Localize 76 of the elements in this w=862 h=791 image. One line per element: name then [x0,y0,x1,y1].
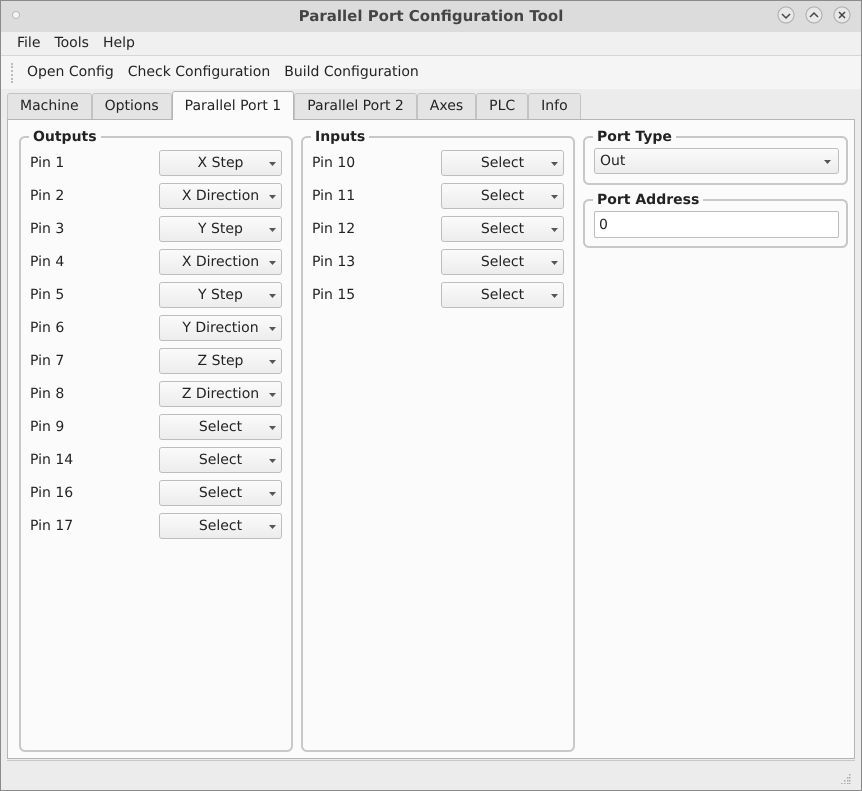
pin-label: Pin 17 [30,516,74,536]
port-address-field[interactable]: 0 [594,211,839,238]
group-title: Inputs [311,128,370,146]
pin-combo[interactable]: Select [441,282,564,308]
pin-combo[interactable]: Z Step [159,348,282,374]
pin-combo[interactable]: Z Direction [159,381,282,407]
caret-icon [269,327,276,331]
pin-label: Pin 11 [312,186,356,206]
minimize-icon[interactable] [777,6,795,24]
caret-icon [269,162,276,166]
menu-item[interactable]: Tools [54,33,89,54]
pin-combo[interactable]: Select [159,414,282,440]
pin-label: Pin 2 [30,186,64,206]
pin-combo[interactable]: Select [441,216,564,242]
pin-combo[interactable]: Y Step [159,282,282,308]
caret-icon [269,492,276,496]
pin-label: Pin 5 [30,286,64,304]
pin-combo[interactable]: Select [159,513,282,539]
menu-item[interactable]: Help [102,33,135,54]
pin-label: Pin 7 [30,352,64,370]
caret-icon [269,393,276,397]
caret-icon [824,160,831,164]
pin-label: Pin 13 [312,252,356,272]
tab[interactable]: PLC [476,93,528,119]
caret-icon [269,360,276,364]
caret-icon [269,195,276,199]
caret-icon [269,525,276,529]
caret-icon [551,162,558,166]
caret-icon [269,228,276,232]
pin-combo[interactable]: Select [441,150,564,176]
pin-label: Pin 16 [30,484,74,502]
pin-label: Pin 14 [30,450,74,470]
pin-label: Pin 9 [30,418,64,436]
pin-label: Pin 12 [312,220,356,238]
maximize-icon[interactable] [805,6,823,24]
pin-combo[interactable]: Select [441,183,564,209]
caret-icon [551,261,558,265]
pin-label: Pin 6 [30,318,64,338]
pin-combo[interactable]: Select [159,480,282,506]
caret-icon [269,426,276,430]
tab[interactable]: Parallel Port 1 [172,91,294,120]
tab[interactable]: Info [528,93,581,119]
caret-icon [269,459,276,463]
resize-grip-icon[interactable] [841,774,851,784]
tab[interactable]: Parallel Port 2 [294,93,417,119]
caret-icon [269,261,276,265]
caret-icon [551,228,558,232]
pin-label: Pin 4 [30,252,64,272]
close-icon[interactable] [833,6,851,24]
window-title: Parallel Port Configuration Tool [298,6,564,28]
tab[interactable]: Axes [416,93,476,119]
toolbar-button[interactable]: Open Config [27,62,114,83]
pin-combo[interactable]: X Direction [159,183,282,209]
pin-combo[interactable]: X Step [159,150,282,176]
caret-icon [551,195,558,199]
pin-combo[interactable]: Select [159,447,282,473]
toolbar-button[interactable]: Build Configuration [284,62,419,83]
pin-combo[interactable]: Y Step [159,216,282,242]
group-title: Port Type [593,128,676,146]
menu-item[interactable]: File [17,33,40,54]
pin-combo[interactable]: Select [441,249,564,275]
group-title: Outputs [29,128,101,146]
pin-combo[interactable]: X Direction [159,249,282,275]
pin-label: Pin 10 [312,154,356,172]
pin-label: Pin 3 [30,220,64,238]
pin-label: Pin 8 [30,384,64,404]
toolbar-button[interactable]: Check Configuration [128,62,270,83]
tab[interactable]: Machine [7,93,92,119]
window-icon [12,11,20,19]
caret-icon [551,294,558,298]
pin-combo[interactable]: Y Direction [159,315,282,341]
caret-icon [269,294,276,298]
port-type-combo[interactable]: Out [594,148,839,174]
pin-label: Pin 1 [30,154,64,172]
pin-label: Pin 15 [312,286,356,304]
tab[interactable]: Options [92,93,172,119]
